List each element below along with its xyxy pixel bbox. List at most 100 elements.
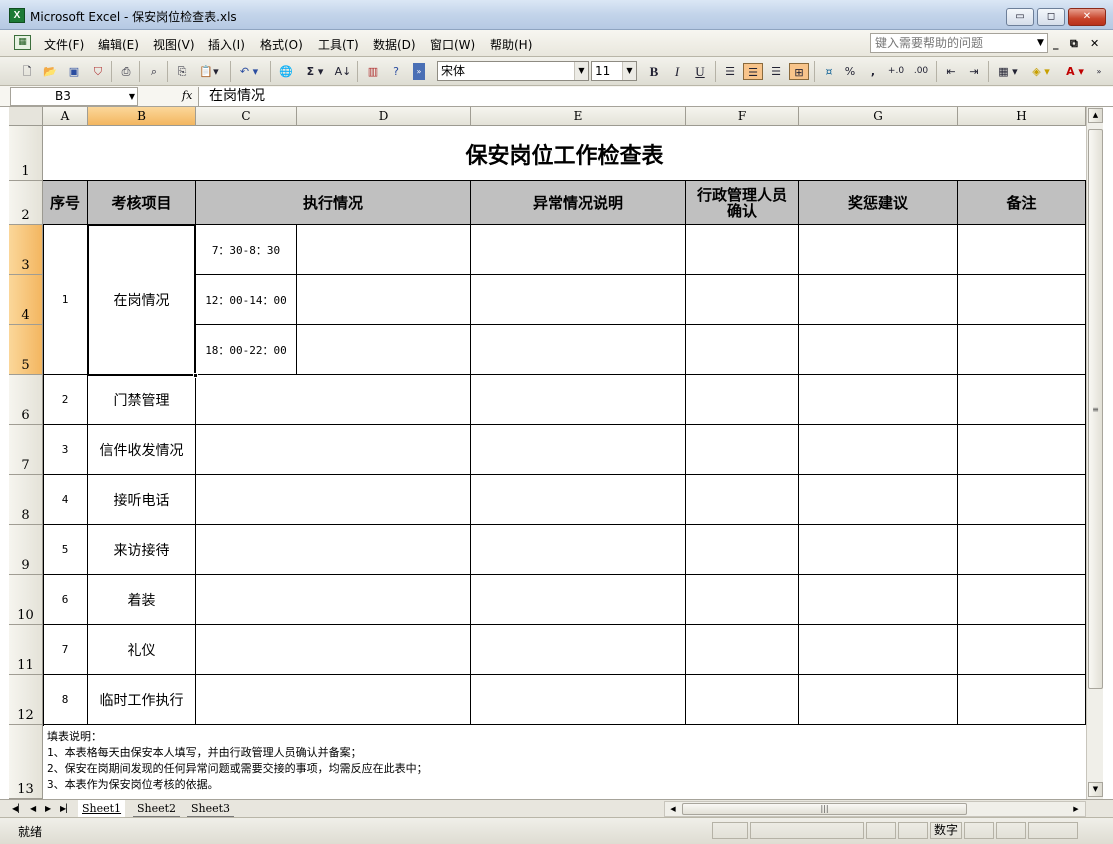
italic-button[interactable]: I: [668, 63, 686, 80]
horizontal-scroll-thumb[interactable]: |||: [682, 803, 967, 815]
item-4-abnormal[interactable]: [471, 475, 686, 525]
undo-icon[interactable]: ↶ ▾: [236, 63, 262, 80]
name-box[interactable]: B3 ▼: [10, 87, 138, 106]
column-header-g[interactable]: G: [799, 107, 958, 126]
workbook-minimize-icon[interactable]: _: [1053, 37, 1059, 50]
row-header-1[interactable]: 1: [9, 126, 43, 181]
row-header-13[interactable]: 13: [9, 725, 43, 799]
print-icon[interactable]: ⎙: [118, 63, 134, 80]
item-1-abnormal-1[interactable]: [471, 225, 686, 275]
item-1-remark-3[interactable]: [958, 325, 1086, 375]
item-7-reward[interactable]: [799, 625, 958, 675]
font-size-select[interactable]: 11 ▼: [591, 61, 637, 81]
underline-button[interactable]: U: [691, 63, 709, 80]
item-2-seq[interactable]: 2: [43, 375, 88, 425]
item-2-remark[interactable]: [958, 375, 1086, 425]
item-3-abnormal[interactable]: [471, 425, 686, 475]
item-1-remark-2[interactable]: [958, 275, 1086, 325]
increase-indent-icon[interactable]: ⇥: [965, 63, 983, 80]
item-1-remark-1[interactable]: [958, 225, 1086, 275]
close-button[interactable]: ✕: [1068, 8, 1106, 26]
item-1-time-2[interactable]: 12：00-14：00: [196, 275, 297, 325]
item-8-seq[interactable]: 8: [43, 675, 88, 725]
row-header-3[interactable]: 3: [9, 225, 43, 275]
name-box-dropdown-icon[interactable]: ▼: [129, 88, 135, 105]
merge-center-icon[interactable]: ⊞: [789, 63, 809, 80]
item-1-reward-3[interactable]: [799, 325, 958, 375]
item-5-remark[interactable]: [958, 525, 1086, 575]
item-1-time-1[interactable]: 7：30-8：30: [196, 225, 297, 275]
research-icon[interactable]: ⌕: [146, 63, 162, 80]
menu-insert[interactable]: 插入(I): [208, 36, 245, 53]
item-6-exec[interactable]: [196, 575, 471, 625]
item-1-time-3[interactable]: 18：00-22：00: [196, 325, 297, 375]
help-icon[interactable]: ?: [388, 63, 404, 80]
percent-button[interactable]: %: [842, 63, 858, 80]
item-4-name[interactable]: 接听电话: [88, 475, 196, 525]
menu-data[interactable]: 数据(D): [373, 36, 416, 53]
help-search-input[interactable]: 键入需要帮助的问题: [870, 33, 1048, 53]
menu-window[interactable]: 窗口(W): [430, 36, 475, 53]
item-1-reward-2[interactable]: [799, 275, 958, 325]
align-left-icon[interactable]: ☰: [721, 63, 739, 80]
item-1-exec-3[interactable]: [297, 325, 471, 375]
item-4-admin[interactable]: [686, 475, 799, 525]
header-item[interactable]: 考核项目: [88, 181, 196, 225]
item-2-reward[interactable]: [799, 375, 958, 425]
item-7-remark[interactable]: [958, 625, 1086, 675]
column-header-b[interactable]: B: [88, 107, 196, 126]
item-4-exec[interactable]: [196, 475, 471, 525]
hyperlink-icon[interactable]: 🌐: [277, 63, 295, 80]
new-icon[interactable]: 🗋: [19, 63, 35, 80]
item-8-exec[interactable]: [196, 675, 471, 725]
item-2-admin[interactable]: [686, 375, 799, 425]
item-3-exec[interactable]: [196, 425, 471, 475]
item-1-exec-2[interactable]: [297, 275, 471, 325]
workbook-icon[interactable]: ▦: [14, 35, 31, 50]
column-header-e[interactable]: E: [471, 107, 686, 126]
item-2-exec[interactable]: [196, 375, 471, 425]
decrease-decimal-icon[interactable]: .00: [910, 63, 932, 80]
minimize-button[interactable]: ▭: [1006, 8, 1034, 26]
item-2-name[interactable]: 门禁管理: [88, 375, 196, 425]
item-4-seq[interactable]: 4: [43, 475, 88, 525]
row-header-10[interactable]: 10: [9, 575, 43, 625]
item-5-admin[interactable]: [686, 525, 799, 575]
column-header-f[interactable]: F: [686, 107, 799, 126]
item-7-seq[interactable]: 7: [43, 625, 88, 675]
item-4-remark[interactable]: [958, 475, 1086, 525]
permission-icon[interactable]: ⛉: [90, 63, 106, 80]
copy-icon[interactable]: ⎘: [174, 63, 190, 80]
vertical-scrollbar[interactable]: ▲ ≡ ▼: [1086, 107, 1103, 799]
item-4-reward[interactable]: [799, 475, 958, 525]
column-header-a[interactable]: A: [43, 107, 88, 126]
header-reward[interactable]: 奖惩建议: [799, 181, 958, 225]
workbook-restore-icon[interactable]: ⧉: [1070, 37, 1078, 51]
menu-help[interactable]: 帮助(H): [490, 36, 532, 53]
vertical-scroll-thumb[interactable]: ≡: [1088, 129, 1103, 689]
decrease-indent-icon[interactable]: ⇤: [942, 63, 960, 80]
header-admin[interactable]: 行政管理人员确认: [686, 181, 799, 225]
item-7-abnormal[interactable]: [471, 625, 686, 675]
menu-format[interactable]: 格式(O): [260, 36, 303, 53]
item-6-reward[interactable]: [799, 575, 958, 625]
bold-button[interactable]: B: [645, 63, 663, 80]
item-1-admin-3[interactable]: [686, 325, 799, 375]
item-5-abnormal[interactable]: [471, 525, 686, 575]
column-header-c[interactable]: C: [196, 107, 297, 126]
item-1-reward-1[interactable]: [799, 225, 958, 275]
item-5-reward[interactable]: [799, 525, 958, 575]
comma-button[interactable]: ,: [866, 63, 880, 80]
sheet-title[interactable]: 保安岗位工作检查表: [43, 126, 1086, 181]
row-header-2[interactable]: 2: [9, 181, 43, 225]
sort-ascending-icon[interactable]: A↓: [334, 63, 352, 80]
tab-sheet3[interactable]: Sheet3: [187, 800, 235, 817]
align-right-icon[interactable]: ☰: [767, 63, 785, 80]
item-3-reward[interactable]: [799, 425, 958, 475]
item-1-admin-1[interactable]: [686, 225, 799, 275]
item-1-exec-1[interactable]: [297, 225, 471, 275]
chart-wizard-icon[interactable]: ▥: [364, 63, 382, 80]
item-8-abnormal[interactable]: [471, 675, 686, 725]
item-7-name[interactable]: 礼仪: [88, 625, 196, 675]
item-1-admin-2[interactable]: [686, 275, 799, 325]
